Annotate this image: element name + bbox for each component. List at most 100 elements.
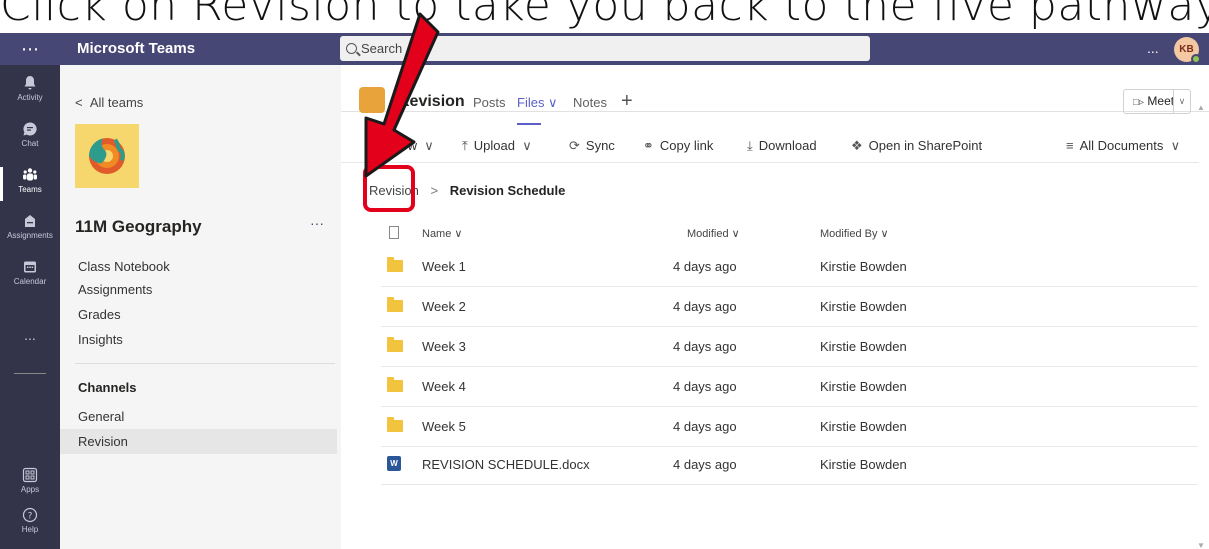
rail-label: Apps [20,485,40,494]
app-title: Microsoft Teams [77,40,196,57]
rail-item-assignments[interactable]: Assignments [0,207,60,253]
row-modified: 4 days ago [673,419,737,434]
row-modified-by: Kirstie Bowden [820,419,907,434]
copy-link-label: Copy link [659,138,714,153]
file-type-header-icon [389,226,399,239]
tab-posts[interactable]: Posts [473,95,506,110]
video-camera-icon: □▹ [1133,97,1145,108]
avatar[interactable]: KB [1174,37,1201,64]
open-sharepoint-label: Open in SharePoint [868,138,983,153]
tab-files[interactable]: Files ∨ [517,95,558,111]
team-name: 11M Geography [75,217,202,236]
team-logo [75,124,139,188]
copy-link-button[interactable]: ⚭ Copy link [643,138,713,154]
row-modified: 4 days ago [673,457,737,472]
row-name[interactable]: Week 4 [422,379,466,394]
open-in-sharepoint-button[interactable]: ❖ Open in SharePoint [851,138,982,154]
app-launcher-icon[interactable]: ⋯ [0,33,60,65]
rail-item-more[interactable]: ... [0,327,60,373]
teams-icon [23,168,37,181]
folder-icon [387,337,403,352]
rail-label: Help [21,525,39,534]
table-row[interactable]: Week 4 4 days ago Kirstie Bowden [381,367,1198,407]
row-name[interactable]: Week 3 [422,339,466,354]
tab-notes[interactable]: Notes [573,95,607,110]
column-header-modified-by[interactable]: Modified By ∨ [820,227,889,240]
chevron-down-icon: ∨ [420,138,434,153]
scroll-up-arrow-icon[interactable]: ▲ [1197,103,1205,112]
view-selector[interactable]: ≡ All Documents ∨ [1066,138,1186,154]
rail-item-activity[interactable]: Activity [0,69,60,115]
table-row[interactable]: Week 3 4 days ago Kirstie Bowden [381,327,1198,367]
upload-icon: ⤒ [462,138,468,153]
row-name[interactable]: Week 5 [422,419,466,434]
nav-grades[interactable]: Grades [78,307,121,322]
top-bar: ⋯ Microsoft Teams Search ... KB [0,33,1209,65]
row-name[interactable]: REVISION SCHEDULE.docx [422,457,590,472]
rail-item-chat[interactable]: Chat [0,115,60,161]
new-button[interactable]: New ∨ [391,138,440,154]
folder-icon [387,297,403,312]
chevron-down-icon: ∨ [518,138,532,153]
row-modified-by: Kirstie Bowden [820,259,907,274]
chat-icon [23,122,37,136]
row-name[interactable]: Week 2 [422,299,466,314]
column-header-modified[interactable]: Modified ∨ [687,227,740,240]
calendar-icon [24,261,36,273]
download-button[interactable]: ⤓ Download [747,138,817,154]
presence-available-icon [1191,54,1201,64]
svg-text:?: ? [28,512,33,522]
upload-button[interactable]: ⤒ Upload ∨ [462,138,538,154]
team-more-options-button[interactable]: ··· [310,215,324,231]
row-modified: 4 days ago [673,339,737,354]
rail-divider [14,373,46,374]
row-modified-by: Kirstie Bowden [820,457,907,472]
nav-assignments[interactable]: Assignments [78,282,152,297]
active-tab-indicator [517,123,541,125]
table-row[interactable]: Week 5 4 days ago Kirstie Bowden [381,407,1198,447]
chevron-left-icon: < [75,95,90,110]
chevron-down-icon[interactable]: ∨ [1173,90,1190,113]
panel-divider [75,363,335,364]
rail-item-calendar[interactable]: Calendar [0,253,60,299]
download-label: Download [758,138,817,153]
channel-main: Revision Posts Files ∨ Notes + □▹ Meet ∨… [341,65,1209,549]
download-icon: ⤓ [747,138,753,153]
chevron-down-icon: ∨ [1167,138,1181,153]
nav-class-notebook[interactable]: Class Notebook [78,259,170,274]
rail-label: Calendar [13,277,47,286]
row-modified: 4 days ago [673,259,737,274]
table-row[interactable]: Week 1 4 days ago Kirstie Bowden [381,247,1198,287]
add-tab-button[interactable]: + [621,90,633,113]
link-icon: ⚭ [643,138,654,153]
bell-icon [24,76,36,90]
meet-button[interactable]: □▹ Meet ∨ [1123,89,1191,114]
meet-label: Meet [1147,94,1175,108]
rail-item-help[interactable]: ? Help [0,501,60,547]
table-row[interactable]: Week 2 4 days ago Kirstie Bowden [381,287,1198,327]
channels-heading: Channels [78,380,137,395]
back-label: All teams [89,95,144,110]
row-name[interactable]: Week 1 [422,259,466,274]
more-options-button[interactable]: ... [1147,40,1159,56]
table-row[interactable]: W REVISION SCHEDULE.docx 4 days ago Kirs… [381,445,1198,485]
row-modified: 4 days ago [673,299,737,314]
column-header-name[interactable]: Name ∨ [422,227,462,240]
channel-general[interactable]: General [60,404,337,429]
back-to-all-teams-link[interactable]: < All teams [75,95,143,110]
scroll-down-arrow-icon[interactable]: ▼ [1197,541,1205,549]
sharepoint-icon: ❖ [851,138,863,153]
search-input[interactable]: Search [340,36,870,61]
channel-header: Revision Posts Files ∨ Notes + □▹ Meet ∨ [341,65,1209,125]
apps-icon [22,467,38,483]
nav-insights[interactable]: Insights [78,332,123,347]
folder-icon [387,417,403,432]
search-icon [346,43,357,54]
sync-button[interactable]: ⟳ Sync [569,138,615,154]
channel-revision[interactable]: Revision [60,429,337,454]
help-icon: ? [22,507,38,523]
files-toolbar: New ∨ ⤒ Upload ∨ ⟳ Sync ⚭ Copy link ⤓ Downlo… [341,131,1209,163]
rail-label: Activity [17,93,43,102]
rail-item-teams[interactable]: Teams [0,161,60,207]
globe-logo-icon [89,138,125,174]
